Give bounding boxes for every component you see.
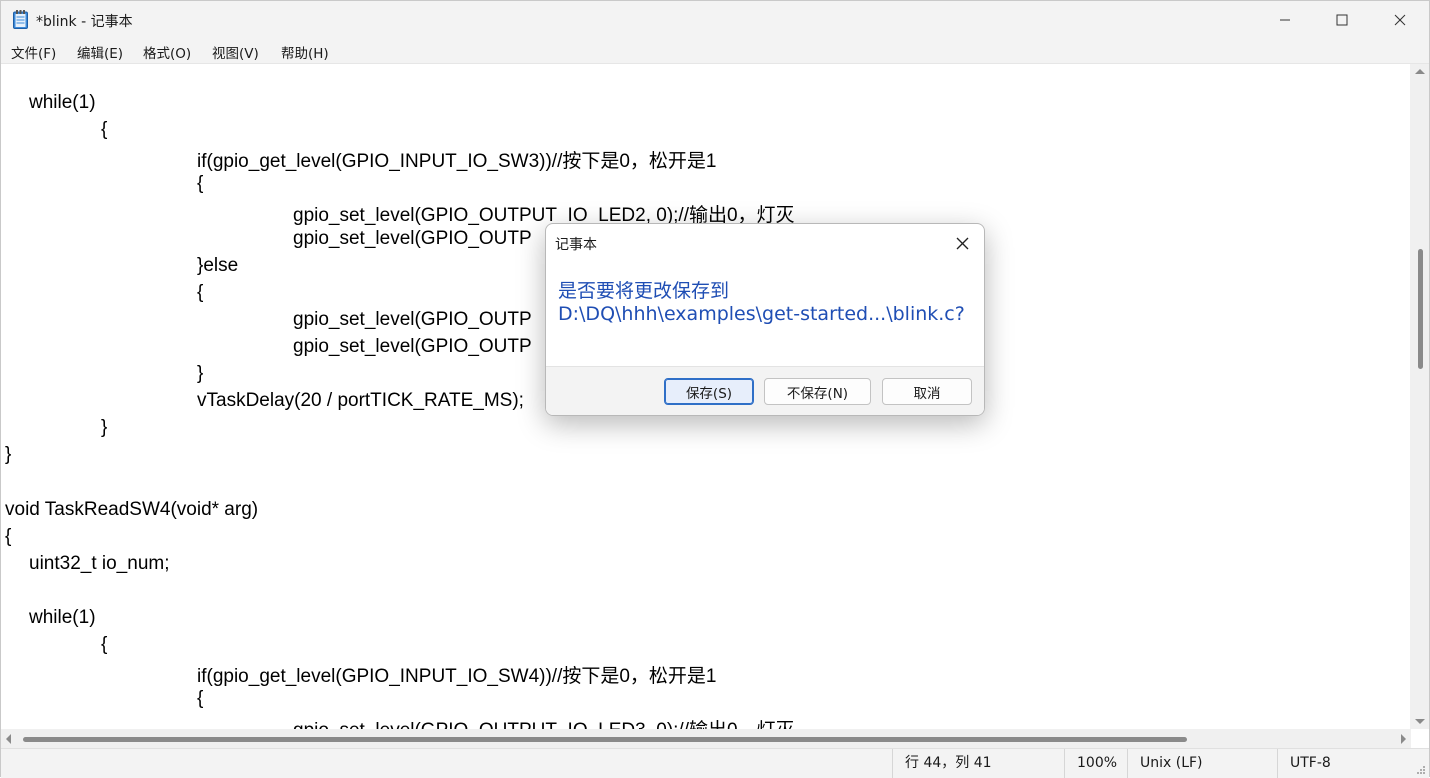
dialog-button-bar: 保存(S) 不保存(N) 取消	[546, 366, 984, 415]
menu-help[interactable]: 帮助(H)	[281, 42, 329, 62]
maximize-button[interactable]	[1313, 1, 1371, 39]
menu-view[interactable]: 视图(V)	[212, 42, 259, 62]
code-line: {	[197, 688, 204, 710]
code-line: vTaskDelay(20 / portTICK_RATE_MS);	[197, 390, 524, 412]
dont-save-button[interactable]: 不保存(N)	[764, 378, 871, 405]
minimize-button[interactable]	[1256, 1, 1314, 39]
dialog-message-path: D:\DQ\hhh\examples\get-started...\blink.…	[558, 303, 965, 325]
scroll-right-arrow-icon[interactable]	[1401, 734, 1406, 744]
title-bar[interactable]: *blink - 记事本	[1, 1, 1429, 39]
horizontal-scroll-thumb[interactable]	[23, 737, 1187, 742]
code-line: if(gpio_get_level(GPIO_INPUT_IO_SW4))//按…	[197, 666, 717, 688]
encoding: UTF-8	[1277, 749, 1417, 778]
zoom-level: 100%	[1064, 749, 1127, 778]
notepad-app-icon	[13, 10, 28, 29]
close-icon	[1394, 14, 1406, 26]
status-bar: 行 44，列 41 100% Unix (LF) UTF-8	[1, 748, 1429, 778]
menu-file[interactable]: 文件(F)	[11, 42, 56, 62]
code-line: {	[197, 173, 204, 195]
code-line: void TaskReadSW4(void* arg)	[5, 498, 259, 520]
code-line: }	[5, 444, 12, 466]
dialog-close-button[interactable]	[950, 232, 974, 254]
code-line: gpio_set_level(GPIO_OUTP	[293, 227, 532, 249]
code-line: }	[197, 363, 204, 384]
code-line: }	[101, 417, 108, 439]
code-line: {	[197, 281, 204, 303]
code-line: if(gpio_get_level(GPIO_INPUT_IO_SW3))//按…	[197, 151, 717, 173]
vertical-scroll-thumb[interactable]	[1418, 249, 1423, 369]
horizontal-scrollbar[interactable]	[1, 729, 1411, 748]
menu-edit[interactable]: 编辑(E)	[77, 42, 123, 62]
code-line: while(1)	[29, 606, 96, 628]
code-line: {	[101, 119, 108, 141]
save-button[interactable]: 保存(S)	[664, 378, 754, 405]
code-line: while(1)	[29, 92, 96, 113]
save-changes-dialog: 记事本 是否要将更改保存到 D:\DQ\hhh\examples\get-sta…	[545, 223, 985, 416]
code-line: {	[5, 525, 12, 547]
scroll-left-arrow-icon[interactable]	[6, 734, 11, 744]
menu-format[interactable]: 格式(O)	[143, 42, 191, 62]
resize-grip-icon[interactable]	[1416, 765, 1426, 775]
code-line: {	[101, 634, 108, 655]
code-line: gpio_set_level(GPIO_OUTP	[293, 308, 532, 330]
line-ending: Unix (LF)	[1127, 749, 1277, 778]
scroll-down-arrow-icon[interactable]	[1415, 719, 1425, 724]
window-title: *blink - 记事本	[36, 14, 133, 30]
cursor-position: 行 44，列 41	[892, 749, 1064, 778]
code-line: gpio_set_level(GPIO_OUTP	[293, 335, 532, 357]
code-line: uint32_t io_num;	[29, 552, 170, 574]
vertical-scrollbar[interactable]	[1410, 64, 1429, 729]
minimize-icon	[1280, 19, 1290, 21]
scroll-up-arrow-icon[interactable]	[1415, 69, 1425, 74]
close-icon	[956, 237, 968, 249]
dialog-message-line1: 是否要将更改保存到	[558, 280, 730, 302]
code-line: }else	[197, 254, 239, 276]
close-window-button[interactable]	[1371, 1, 1429, 39]
maximize-icon	[1336, 14, 1348, 26]
code-line: gpio_set_level(GPIO_OUTPUT_IO_LED3, 0);/…	[293, 715, 795, 729]
menu-bar: 文件(F) 编辑(E) 格式(O) 视图(V) 帮助(H)	[1, 39, 1429, 64]
dialog-title: 记事本	[555, 237, 597, 253]
cancel-button[interactable]: 取消	[882, 378, 972, 405]
